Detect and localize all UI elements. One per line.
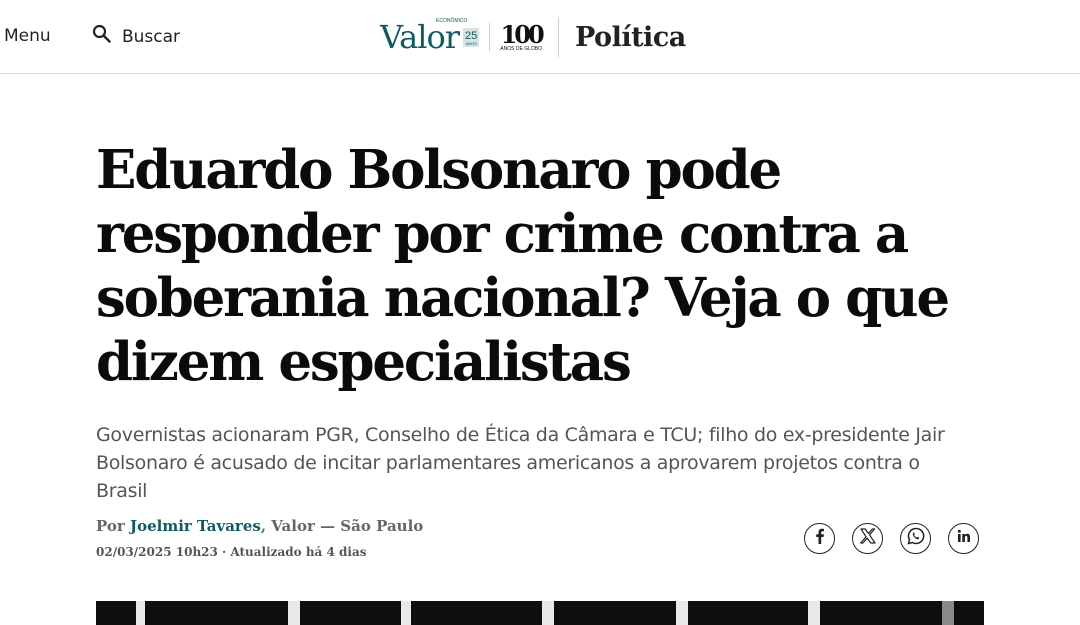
menu-button[interactable]: Menu xyxy=(4,26,51,46)
byline-suffix: , Valor — São Paulo xyxy=(260,517,424,535)
section-divider xyxy=(557,17,559,57)
valor-logo[interactable]: Valor ECONÔMICO xyxy=(380,19,467,54)
whatsapp-icon xyxy=(906,527,925,550)
valor-logo-sup: ECONÔMICO xyxy=(436,18,468,24)
brand-logos: Valor ECONÔMICO 25 ANOS 100 ANOS DE GLOB… xyxy=(380,16,686,58)
facebook-icon xyxy=(812,528,828,549)
anniversary-25-badge: 25 ANOS xyxy=(463,27,480,47)
search-label: Buscar xyxy=(122,26,181,47)
article-headline: Eduardo Bolsonaro pode responder por cri… xyxy=(96,139,950,393)
article-subtitle: Governistas acionaram PGR, Conselho de É… xyxy=(96,424,945,502)
byline-prefix: Por xyxy=(96,517,131,535)
globo-100-logo: 100 ANOS DE GLOBO xyxy=(500,19,545,52)
x-icon xyxy=(859,528,876,549)
share-whatsapp-button[interactable] xyxy=(900,523,931,554)
badge-25-number: 25 xyxy=(465,29,478,42)
top-bar: Menu Buscar Valor ECONÔMICO 25 ANOS 100 … xyxy=(0,0,1080,74)
globo-100-number: 100 xyxy=(500,19,545,49)
hero-image-stripe xyxy=(808,601,820,625)
hero-image-stripe xyxy=(542,601,554,625)
linkedin-icon xyxy=(957,529,971,548)
share-x-button[interactable] xyxy=(852,523,883,554)
dateline: 02/03/2025 10h23 · Atualizado há 4 dias xyxy=(96,545,367,559)
byline: Por Joelmir Tavares, Valor — São Paulo xyxy=(96,517,423,535)
search-button[interactable]: Buscar xyxy=(92,24,180,49)
section-title[interactable]: Política xyxy=(575,22,686,53)
logo-divider xyxy=(489,23,491,51)
hero-image-stripe xyxy=(676,601,688,625)
badge-25-sub: ANOS xyxy=(465,40,477,46)
hero-image-stripe xyxy=(401,601,411,625)
share-facebook-button[interactable] xyxy=(804,523,835,554)
share-linkedin-button[interactable] xyxy=(948,523,979,554)
share-buttons xyxy=(804,523,979,554)
author-link[interactable]: Joelmir Tavares xyxy=(130,517,261,535)
hero-image-stripe xyxy=(942,601,954,625)
search-icon xyxy=(92,24,112,49)
hero-image-stripe xyxy=(136,601,145,625)
hero-image xyxy=(96,601,984,625)
hero-image-stripe xyxy=(288,601,300,625)
globo-100-sub: ANOS DE GLOBO xyxy=(500,45,542,52)
